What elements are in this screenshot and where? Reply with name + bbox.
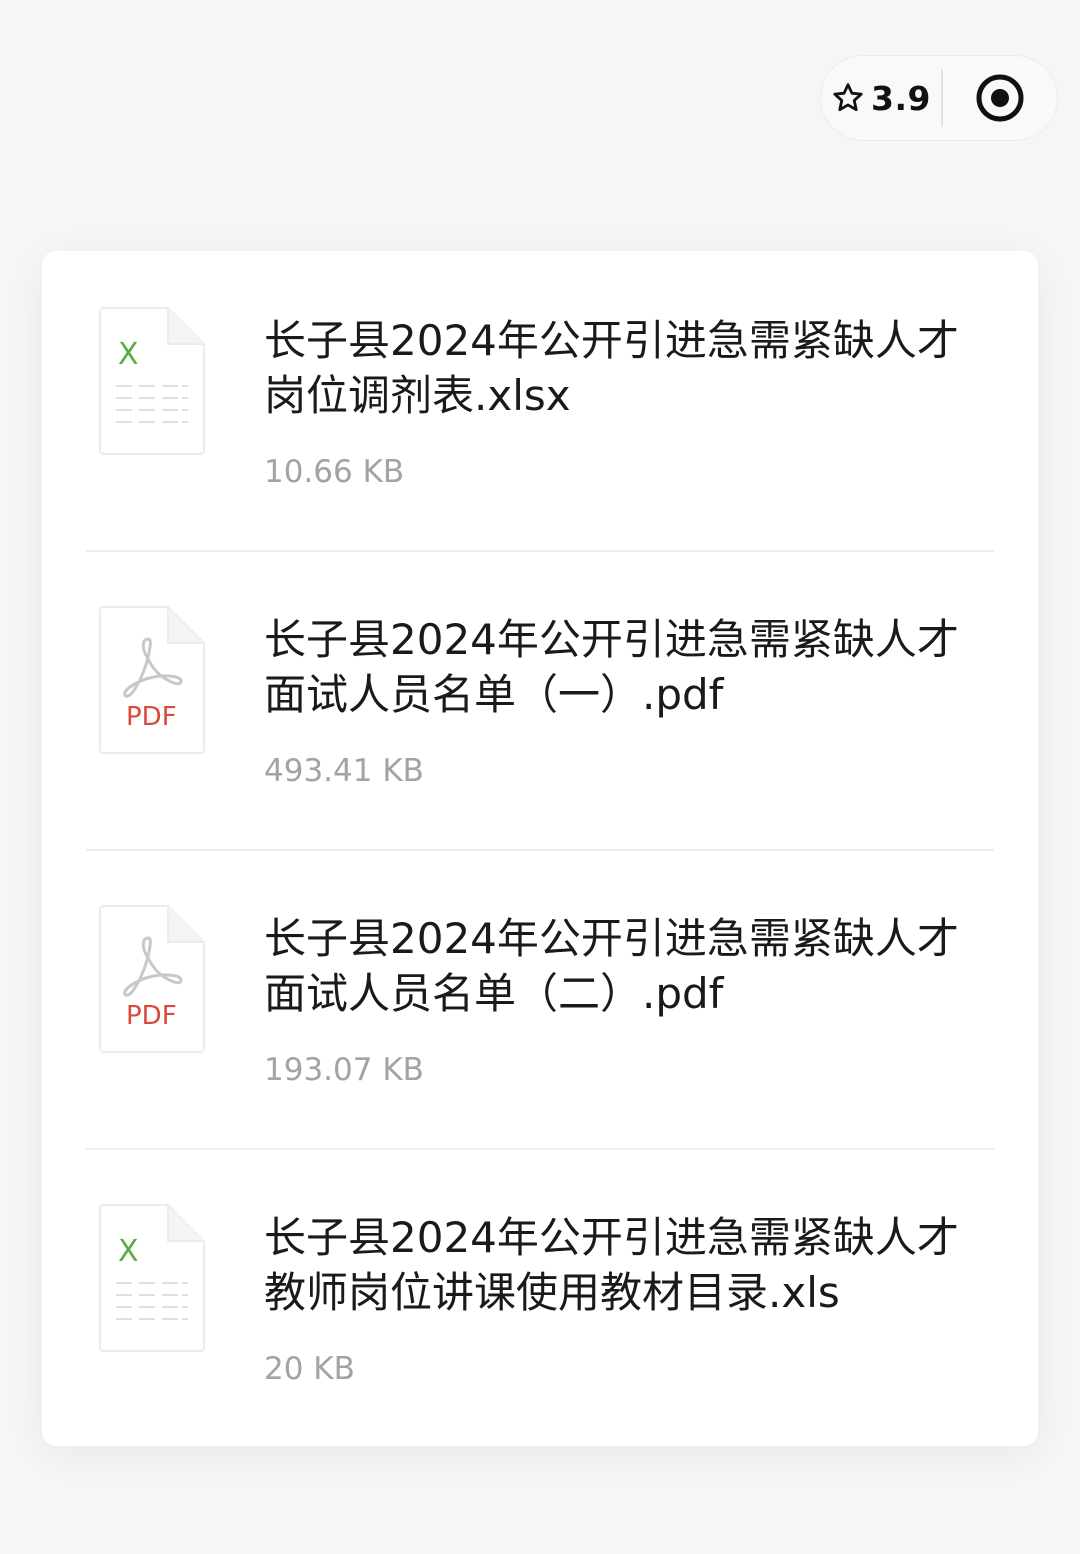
- file-size: 193.07 KB: [264, 1052, 424, 1088]
- file-size: 20 KB: [264, 1351, 355, 1387]
- excel-file-icon: X: [98, 1203, 206, 1353]
- rating-value: 3.9: [871, 78, 931, 118]
- file-size: 493.41 KB: [264, 753, 424, 789]
- file-item-1[interactable]: X 长子县2024年公开引进急需紧缺人才岗位调剂表.xlsx 10.66 KB: [42, 251, 1038, 550]
- file-list: X 长子县2024年公开引进急需紧缺人才岗位调剂表.xlsx 10.66 KB: [42, 251, 1038, 1446]
- file-list-card: X 长子县2024年公开引进急需紧缺人才岗位调剂表.xlsx 10.66 KB: [42, 251, 1038, 1446]
- file-name: 长子县2024年公开引进急需紧缺人才面试人员名单（二）.pdf: [264, 914, 959, 1018]
- svg-text:PDF: PDF: [126, 1001, 177, 1031]
- svg-text:X: X: [118, 337, 139, 372]
- star-outline-icon: [831, 81, 865, 115]
- file-name: 长子县2024年公开引进急需紧缺人才岗位调剂表.xlsx: [264, 316, 959, 420]
- pdf-file-icon: PDF: [98, 904, 206, 1054]
- file-name: 长子县2024年公开引进急需紧缺人才教师岗位讲课使用教材目录.xls: [264, 1213, 959, 1317]
- file-name: 长子县2024年公开引进急需紧缺人才面试人员名单（一）.pdf: [264, 615, 959, 719]
- record-button[interactable]: [943, 56, 1057, 140]
- file-size: 10.66 KB: [264, 454, 405, 490]
- file-item-2[interactable]: PDF 长子县2024年公开引进急需紧缺人才面试人员名单（一）.pdf 493.…: [42, 550, 1038, 849]
- file-item-3[interactable]: PDF 长子县2024年公开引进急需紧缺人才面试人员名单（二）.pdf 193.…: [42, 849, 1038, 1148]
- mini-program-capsule: 3.9: [820, 55, 1058, 141]
- record-target-icon: [974, 72, 1026, 124]
- file-item-4[interactable]: X 长子县2024年公开引进急需紧缺人才教师岗位讲课使用教材目录.xls 20 …: [42, 1148, 1038, 1446]
- rating-button[interactable]: 3.9: [821, 56, 941, 140]
- pdf-file-icon: PDF: [98, 605, 206, 755]
- svg-text:PDF: PDF: [126, 702, 177, 732]
- svg-text:X: X: [118, 1234, 139, 1269]
- excel-file-icon: X: [98, 306, 206, 456]
